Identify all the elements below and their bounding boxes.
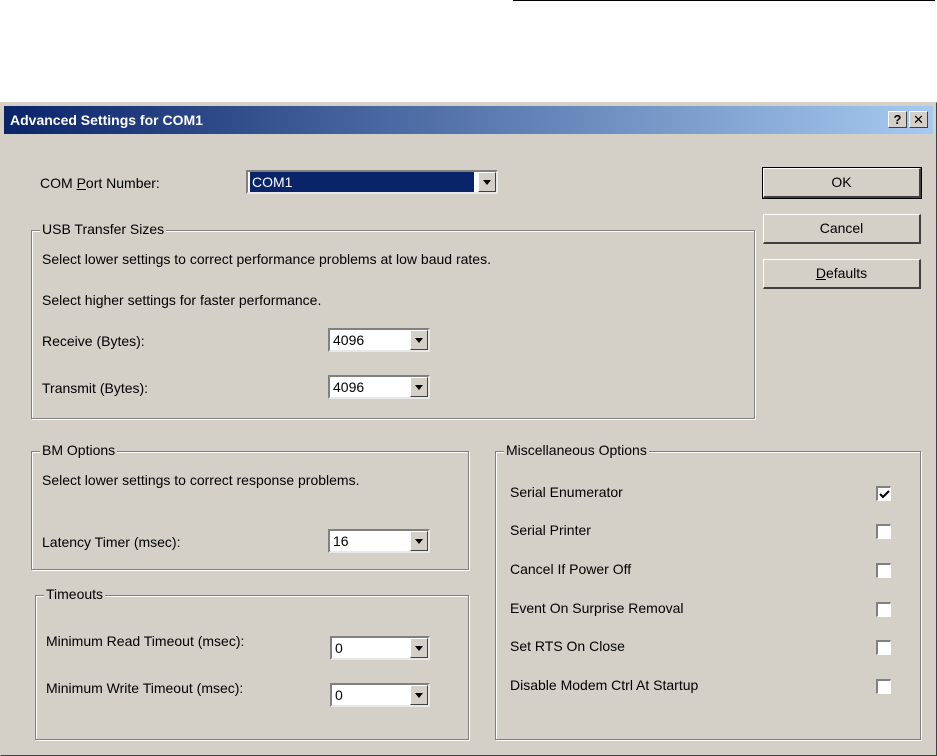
transmit-value: 4096 <box>333 379 365 395</box>
misc-option-label: Serial Printer <box>510 522 591 538</box>
min-write-timeout-label: Minimum Write Timeout (msec): <box>46 680 244 696</box>
help-icon[interactable]: ? <box>888 111 907 128</box>
misc-option-label: Serial Enumerator <box>510 484 623 500</box>
com-port-value: COM1 <box>250 172 474 192</box>
usb-hint-high: Select higher settings for faster perfor… <box>42 292 322 308</box>
misc-group-legend: Miscellaneous Options <box>504 442 649 458</box>
misc-option-label: Set RTS On Close <box>510 638 625 654</box>
min-read-timeout-value: 0 <box>335 640 343 656</box>
usb-transfer-sizes-group: USB Transfer Sizes Select lower settings… <box>31 221 755 419</box>
bm-hint: Select lower settings to correct respons… <box>42 472 360 488</box>
latency-timer-value: 16 <box>333 533 349 549</box>
checkmark-icon <box>879 490 890 499</box>
misc-options-group: Miscellaneous Options Serial Enumerator … <box>495 442 921 740</box>
dropdown-arrow-icon[interactable] <box>410 531 428 551</box>
latency-timer-select[interactable]: 16 <box>328 529 430 553</box>
min-write-timeout-select[interactable]: 0 <box>330 683 430 707</box>
disable-modem-ctrl-checkbox[interactable] <box>876 679 891 694</box>
set-rts-on-close-checkbox[interactable] <box>876 640 891 655</box>
window-edge-line <box>513 0 935 1</box>
defaults-button[interactable]: Defaults <box>763 259 921 289</box>
misc-option-label: Cancel If Power Off <box>510 561 632 577</box>
usb-group-legend: USB Transfer Sizes <box>40 221 167 237</box>
min-write-timeout-value: 0 <box>335 687 343 703</box>
serial-enumerator-checkbox[interactable] <box>876 486 891 501</box>
ok-button[interactable]: OK <box>762 167 922 199</box>
transmit-select[interactable]: 4096 <box>328 375 430 399</box>
dropdown-arrow-icon[interactable] <box>410 685 428 705</box>
timeouts-group-legend: Timeouts <box>44 586 106 602</box>
dropdown-arrow-icon[interactable] <box>410 377 428 397</box>
receive-select[interactable]: 4096 <box>328 328 430 352</box>
advanced-settings-dialog: Advanced Settings for COM1 ? ✕ COM Port … <box>0 102 937 756</box>
min-read-timeout-label: Minimum Read Timeout (msec): <box>46 633 245 649</box>
misc-option-label: Disable Modem Ctrl At Startup <box>510 677 699 693</box>
close-icon[interactable]: ✕ <box>909 111 928 128</box>
dropdown-arrow-icon[interactable] <box>410 638 428 658</box>
cancel-if-power-off-checkbox[interactable] <box>876 563 891 578</box>
usb-hint-low: Select lower settings to correct perform… <box>42 251 491 267</box>
event-on-surprise-removal-checkbox[interactable] <box>876 602 891 617</box>
cancel-button[interactable]: Cancel <box>763 214 921 244</box>
title-bar[interactable]: Advanced Settings for COM1 ? ✕ <box>4 106 933 134</box>
dialog-title: Advanced Settings for COM1 <box>10 112 203 128</box>
dropdown-arrow-icon[interactable] <box>410 330 428 350</box>
bm-options-group: BM Options Select lower settings to corr… <box>31 442 469 570</box>
misc-option-label: Event On Surprise Removal <box>510 600 684 616</box>
timeouts-group: Timeouts Minimum Read Timeout (msec): 0 … <box>35 586 469 740</box>
latency-timer-label: Latency Timer (msec): <box>42 534 181 550</box>
com-port-select[interactable]: COM1 <box>246 170 498 194</box>
min-read-timeout-select[interactable]: 0 <box>330 636 430 660</box>
receive-value: 4096 <box>333 332 365 348</box>
serial-printer-checkbox[interactable] <box>876 524 891 539</box>
bm-group-legend: BM Options <box>40 442 118 458</box>
com-port-label: COM Port Number: <box>40 175 160 191</box>
transmit-label: Transmit (Bytes): <box>42 380 149 396</box>
dropdown-arrow-icon[interactable] <box>478 172 496 192</box>
receive-label: Receive (Bytes): <box>42 333 145 349</box>
